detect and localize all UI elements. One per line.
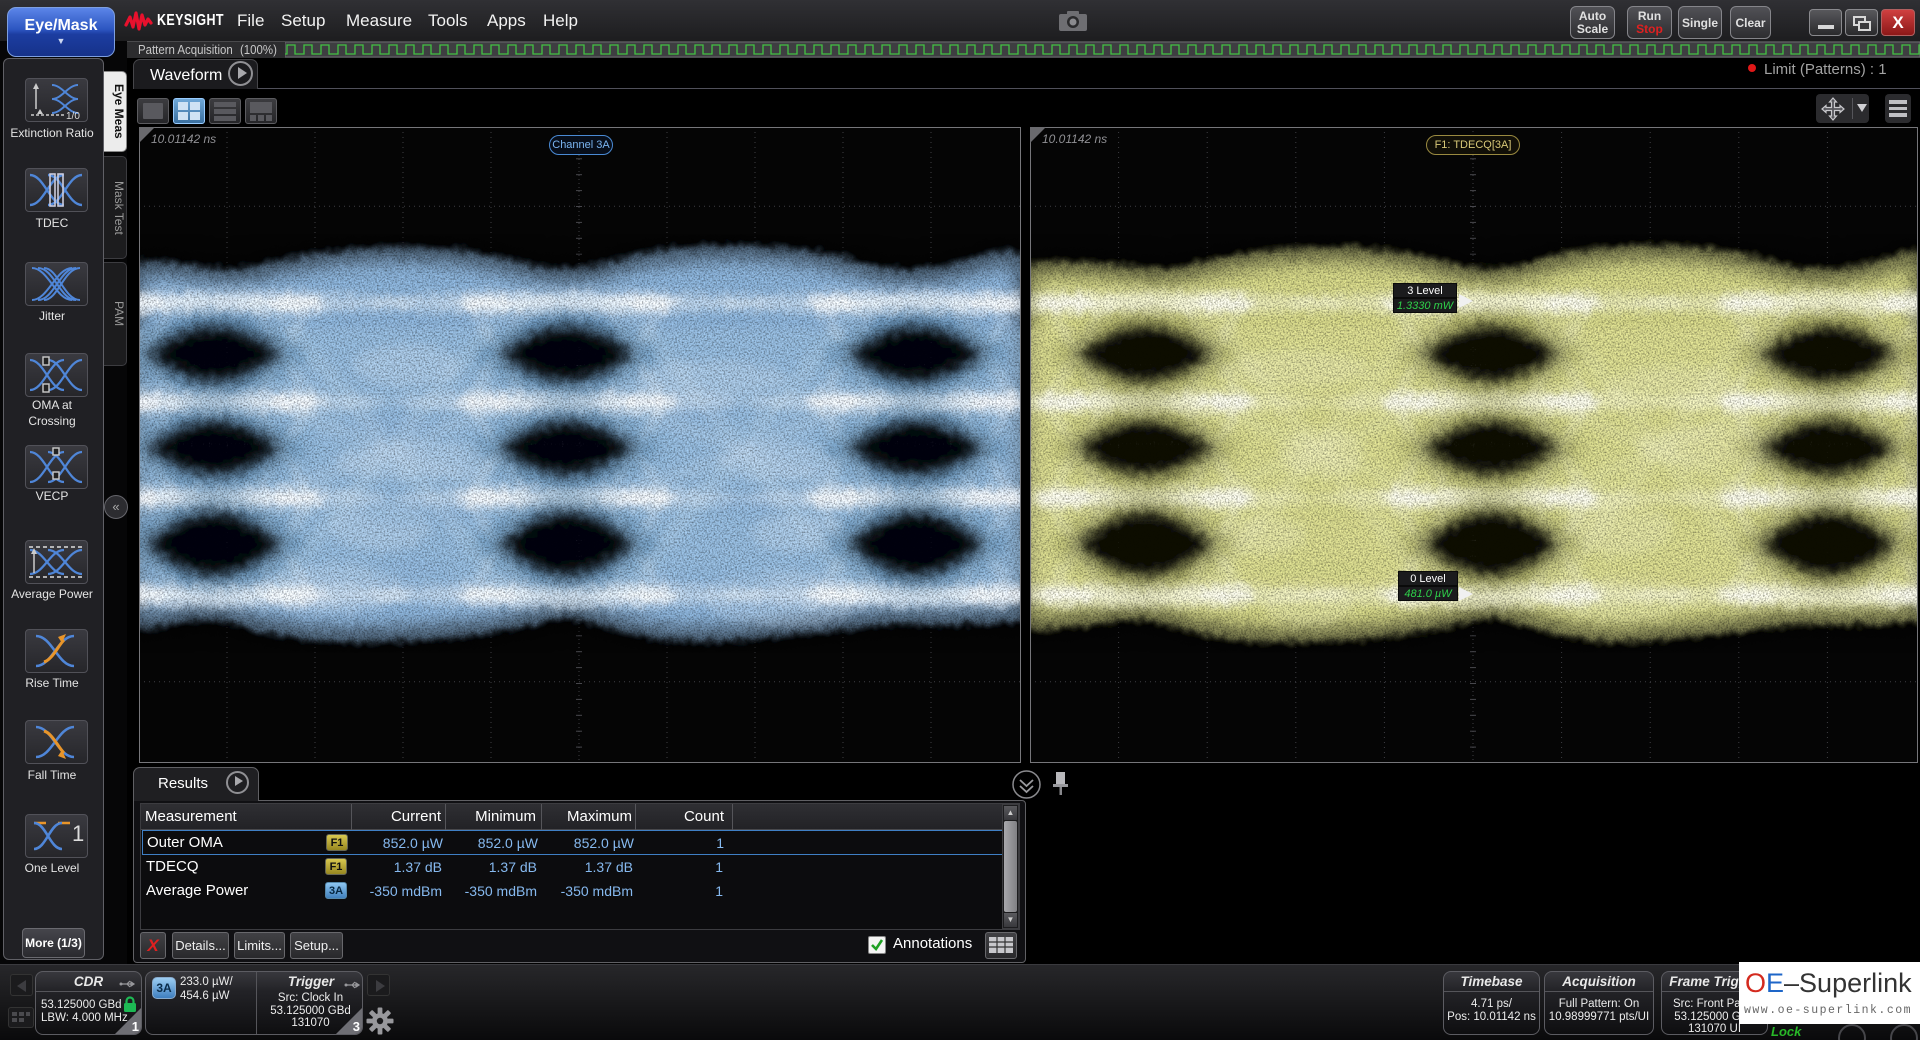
svg-text:1: 1 xyxy=(72,821,84,846)
svg-text:1/0: 1/0 xyxy=(66,111,80,121)
